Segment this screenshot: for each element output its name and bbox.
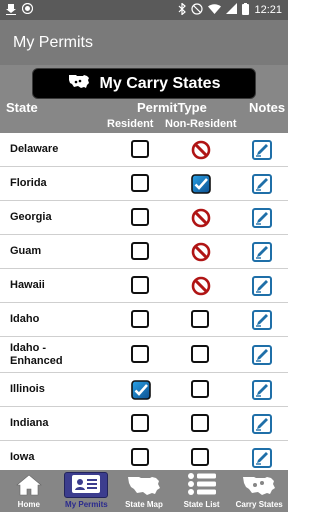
app-bar: My Permits bbox=[0, 20, 288, 65]
notes-edit-icon[interactable] bbox=[252, 139, 272, 160]
battery-icon bbox=[242, 2, 250, 18]
state-name: Idaho - Enhanced bbox=[10, 341, 63, 367]
non-resident-column-header: Non-Resident bbox=[165, 118, 237, 130]
nav-my-permits-label: My Permits bbox=[65, 500, 108, 509]
state-row: Florida bbox=[0, 167, 288, 201]
notes-edit-icon[interactable] bbox=[252, 241, 272, 262]
record-icon bbox=[21, 2, 34, 17]
bottom-nav: Home My Permits State Map State List Car… bbox=[0, 470, 288, 512]
nav-state-list-label: State List bbox=[183, 500, 220, 509]
nav-home[interactable]: Home bbox=[0, 470, 58, 512]
state-row: Georgia bbox=[0, 201, 288, 235]
nav-home-label: Home bbox=[17, 500, 40, 509]
permit-card-icon bbox=[64, 472, 109, 498]
non-resident-empty-checkbox[interactable] bbox=[191, 379, 211, 400]
notes-edit-icon[interactable] bbox=[252, 447, 272, 468]
nav-state-map[interactable]: State Map bbox=[115, 470, 173, 512]
signal-icon bbox=[226, 3, 238, 17]
state-name: Florida bbox=[10, 177, 47, 189]
non-resident-prohibited-icon bbox=[191, 208, 211, 228]
state-name: Guam bbox=[10, 245, 42, 257]
state-row: Hawaii bbox=[0, 269, 288, 303]
notes-edit-icon[interactable] bbox=[252, 344, 272, 365]
notes-column-header: Notes bbox=[249, 100, 286, 115]
usa-map-icon bbox=[127, 474, 161, 498]
resident-empty-checkbox[interactable] bbox=[131, 207, 151, 228]
mute-icon bbox=[191, 2, 204, 18]
notes-edit-icon[interactable] bbox=[252, 309, 272, 330]
resident-column-header: Resident bbox=[107, 118, 154, 130]
carry-button-label: My Carry States bbox=[99, 74, 221, 92]
status-time: 12:21 bbox=[254, 4, 282, 16]
state-row: Idaho - Enhanced bbox=[0, 337, 288, 373]
notes-edit-icon[interactable] bbox=[252, 413, 272, 434]
non-resident-empty-checkbox[interactable] bbox=[191, 413, 211, 434]
nav-carry-states[interactable]: Carry States bbox=[230, 470, 288, 512]
permit-subheaders: Resident Non-Resident bbox=[0, 118, 288, 132]
state-row: Indiana bbox=[0, 407, 288, 441]
state-row: Delaware bbox=[0, 133, 288, 167]
notes-edit-icon[interactable] bbox=[252, 379, 272, 400]
nav-my-permits[interactable]: My Permits bbox=[58, 470, 116, 512]
state-name: Indiana bbox=[10, 417, 49, 429]
page-title: My Permits bbox=[13, 33, 93, 51]
notes-edit-icon[interactable] bbox=[252, 207, 272, 228]
list-icon bbox=[187, 472, 217, 498]
state-column-header: State bbox=[6, 100, 38, 115]
state-name: Georgia bbox=[10, 211, 52, 223]
resident-empty-checkbox[interactable] bbox=[131, 413, 151, 434]
resident-empty-checkbox[interactable] bbox=[131, 173, 151, 194]
state-row: Illinois bbox=[0, 373, 288, 407]
state-row: Guam bbox=[0, 235, 288, 269]
state-name: Idaho bbox=[10, 313, 40, 325]
non-resident-empty-checkbox[interactable] bbox=[191, 447, 211, 468]
my-carry-states-button[interactable]: My Carry States bbox=[32, 68, 256, 99]
wifi-icon bbox=[208, 3, 222, 17]
carry-states-icon bbox=[242, 474, 276, 498]
non-resident-prohibited-icon bbox=[191, 140, 211, 160]
state-row: Idaho bbox=[0, 303, 288, 337]
resident-empty-checkbox[interactable] bbox=[131, 447, 151, 468]
notes-edit-icon[interactable] bbox=[252, 275, 272, 296]
bluetooth-icon bbox=[178, 1, 187, 18]
resident-empty-checkbox[interactable] bbox=[131, 139, 151, 160]
status-bar: 12:21 bbox=[0, 0, 288, 20]
nav-carry-states-label: Carry States bbox=[235, 500, 283, 509]
usa-map-icon bbox=[68, 73, 90, 94]
non-resident-prohibited-icon bbox=[191, 276, 211, 296]
nav-state-map-label: State Map bbox=[125, 500, 163, 509]
resident-empty-checkbox[interactable] bbox=[131, 275, 151, 296]
download-icon bbox=[6, 3, 16, 18]
permit-type-column-header: PermitType bbox=[137, 100, 207, 115]
resident-empty-checkbox[interactable] bbox=[131, 309, 151, 330]
home-icon bbox=[15, 474, 42, 498]
state-name: Iowa bbox=[10, 451, 35, 463]
non-resident-empty-checkbox[interactable] bbox=[191, 309, 211, 330]
non-resident-prohibited-icon bbox=[191, 242, 211, 262]
nav-state-list[interactable]: State List bbox=[173, 470, 231, 512]
non-resident-checked-checkbox[interactable] bbox=[191, 173, 211, 194]
state-name: Illinois bbox=[10, 383, 45, 395]
resident-empty-checkbox[interactable] bbox=[131, 344, 151, 365]
states-list: Delaware Florida Georgia Guam Hawaii Idaho Ida… bbox=[0, 133, 288, 475]
resident-checked-checkbox[interactable] bbox=[131, 379, 151, 400]
column-headers: State PermitType Notes bbox=[0, 100, 288, 116]
resident-empty-checkbox[interactable] bbox=[131, 241, 151, 262]
state-name: Delaware bbox=[10, 143, 59, 155]
notes-edit-icon[interactable] bbox=[252, 173, 272, 194]
state-name: Hawaii bbox=[10, 279, 45, 291]
non-resident-empty-checkbox[interactable] bbox=[191, 344, 211, 365]
